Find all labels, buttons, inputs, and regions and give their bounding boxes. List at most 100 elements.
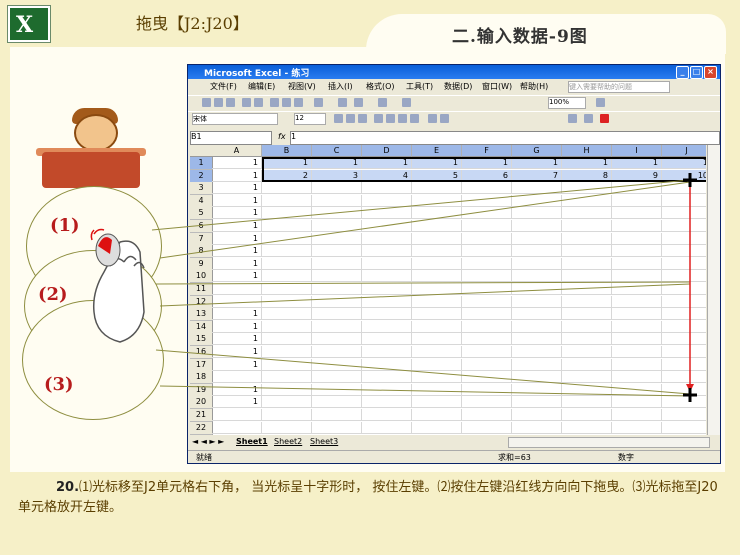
row-header-11[interactable]: 11 (190, 283, 213, 296)
cell-J14[interactable] (662, 321, 706, 333)
cell-A20[interactable]: 1 (212, 396, 262, 409)
cell-E13[interactable] (412, 308, 462, 321)
minimize-icon[interactable]: _ (676, 66, 689, 79)
cell-A15[interactable]: 1 (212, 333, 262, 346)
cell-A3[interactable]: 1 (212, 182, 262, 195)
column-header-J[interactable]: J (662, 145, 706, 157)
cell-E21[interactable] (412, 409, 462, 421)
cell-H17[interactable] (562, 358, 612, 371)
cell-C19[interactable] (312, 383, 362, 396)
cell-I5[interactable] (612, 207, 662, 220)
row-header-13[interactable]: 13 (190, 308, 213, 322)
cell-B11[interactable] (262, 283, 312, 295)
cell-E14[interactable] (412, 320, 462, 333)
cell-E22[interactable] (412, 421, 462, 434)
cell-J15[interactable] (662, 333, 706, 346)
cell-C18[interactable] (312, 371, 362, 384)
cell-I15[interactable] (612, 333, 662, 346)
formula-bar[interactable]: 1 (290, 131, 720, 145)
column-header-D[interactable]: D (362, 145, 412, 157)
zoom-select[interactable]: 100% (548, 97, 586, 109)
menu-format[interactable]: 格式(O) (366, 81, 395, 92)
cell-C15[interactable] (312, 333, 362, 346)
cell-J18[interactable] (662, 371, 706, 384)
cell-C5[interactable] (312, 207, 362, 220)
autosum-icon[interactable] (354, 98, 363, 107)
menu-help[interactable]: 帮助(H) (520, 81, 548, 92)
merge-icon[interactable] (410, 114, 419, 123)
open-icon[interactable] (214, 98, 223, 107)
cell-H18[interactable] (562, 371, 612, 384)
font-color-icon[interactable] (600, 114, 609, 123)
cell-B10[interactable] (262, 270, 312, 283)
cell-C3[interactable] (312, 182, 362, 195)
cell-J10[interactable] (662, 270, 706, 283)
cell-H22[interactable] (562, 421, 612, 434)
horizontal-scrollbar[interactable] (508, 437, 710, 448)
bold-icon[interactable] (334, 114, 343, 123)
cell-E4[interactable] (412, 194, 462, 207)
cell-A2[interactable]: 1 (212, 169, 262, 182)
row-header-4[interactable]: 4 (190, 194, 213, 208)
cell-B18[interactable] (262, 371, 312, 384)
column-header-G[interactable]: G (512, 145, 562, 157)
cell-J9[interactable] (662, 258, 706, 270)
cell-G3[interactable] (512, 182, 562, 195)
cell-A9[interactable]: 1 (212, 257, 262, 270)
cell-F8[interactable] (462, 245, 512, 258)
cell-H13[interactable] (562, 308, 612, 321)
cell-H21[interactable] (562, 409, 612, 421)
row-header-8[interactable]: 8 (190, 245, 213, 259)
cell-F12[interactable] (462, 295, 512, 308)
row-header-21[interactable]: 21 (190, 409, 213, 422)
cell-F7[interactable] (462, 232, 512, 245)
cell-C7[interactable] (312, 232, 362, 245)
cell-A16[interactable]: 1 (212, 346, 262, 358)
cell-D5[interactable] (362, 207, 412, 220)
row-header-14[interactable]: 14 (190, 320, 213, 334)
cell-B20[interactable] (262, 396, 312, 409)
cell-H5[interactable] (562, 207, 612, 220)
menu-window[interactable]: 窗口(W) (482, 81, 512, 92)
cell-J5[interactable] (662, 207, 706, 220)
cell-D11[interactable] (362, 283, 412, 295)
cell-J16[interactable] (662, 346, 706, 358)
cell-G4[interactable] (512, 194, 562, 207)
cell-H16[interactable] (562, 346, 612, 358)
cell-I14[interactable] (612, 320, 662, 333)
cell-E6[interactable] (412, 220, 462, 232)
help-search-input[interactable]: 键入需要帮助的问题 (568, 81, 670, 93)
cell-I19[interactable] (612, 383, 662, 396)
cell-I10[interactable] (612, 270, 662, 283)
menu-view[interactable]: 视图(V) (288, 81, 316, 92)
cell-E8[interactable] (412, 245, 462, 258)
cell-B13[interactable] (262, 308, 312, 321)
cell-C4[interactable] (312, 194, 362, 207)
cell-B16[interactable] (262, 346, 312, 358)
cell-J6[interactable] (662, 220, 706, 232)
cell-H8[interactable] (562, 245, 612, 258)
cell-G20[interactable] (512, 396, 562, 409)
cell-C21[interactable] (312, 409, 362, 421)
currency-icon[interactable] (428, 114, 437, 123)
cell-E12[interactable] (412, 295, 462, 308)
cell-D4[interactable] (362, 194, 412, 207)
cell-F13[interactable] (462, 308, 512, 321)
cell-A22[interactable] (212, 421, 262, 434)
cell-H7[interactable] (562, 232, 612, 245)
cell-B4[interactable] (262, 194, 312, 207)
cell-C9[interactable] (312, 257, 362, 270)
cell-F5[interactable] (462, 207, 512, 220)
column-header-B[interactable]: B (262, 145, 312, 157)
maximize-icon[interactable]: □ (690, 66, 703, 79)
row-header-2[interactable]: 2 (190, 169, 213, 183)
cell-F15[interactable] (462, 333, 512, 346)
cell-B12[interactable] (262, 295, 312, 308)
cell-G7[interactable] (512, 232, 562, 245)
cell-D3[interactable] (362, 182, 412, 195)
cell-E15[interactable] (412, 333, 462, 346)
cell-C20[interactable] (312, 396, 362, 409)
cell-J8[interactable] (662, 245, 706, 258)
copy-icon[interactable] (282, 98, 291, 107)
cell-D10[interactable] (362, 270, 412, 283)
